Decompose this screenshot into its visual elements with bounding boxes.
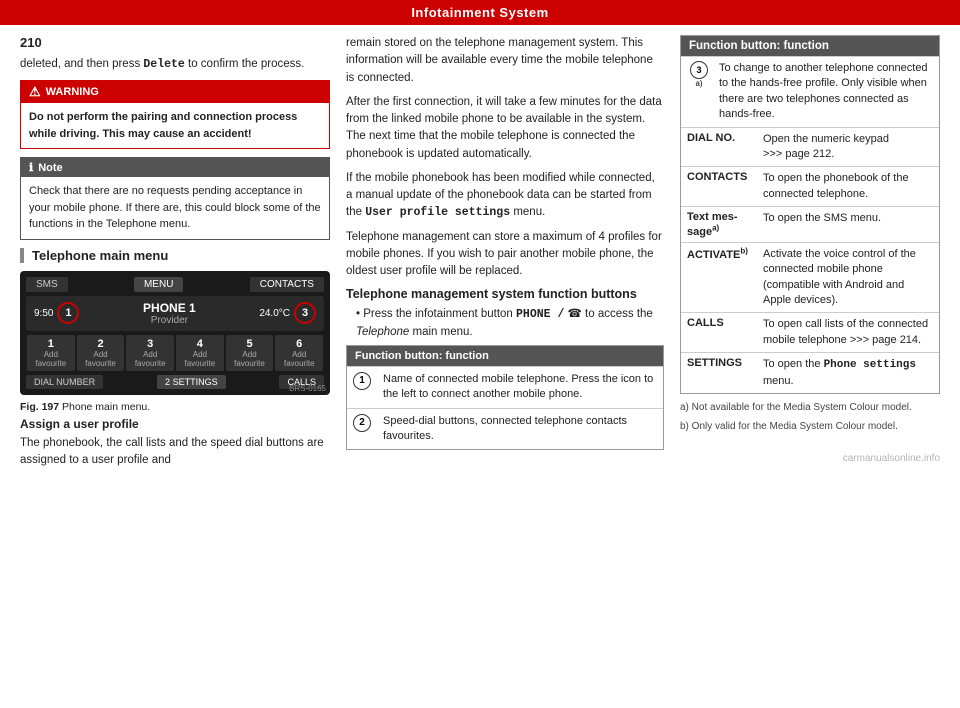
note-label: Note	[38, 162, 62, 174]
phone-btn-5[interactable]: 5Add favourite	[226, 335, 274, 371]
phone-btn-4[interactable]: 4Add favourite	[176, 335, 224, 371]
function-table-mid: Function button: function 1 Name of conn…	[346, 345, 664, 451]
right-label-dial: DIAL NO.	[687, 132, 755, 144]
right-table-header: Function button: function	[681, 36, 939, 56]
note-header: ℹ Note	[21, 158, 329, 177]
phone-bottom-bar: DIAL NUMBER 2 SETTINGS CALLS	[26, 375, 324, 389]
right-row-3-icon: 3 a)	[687, 61, 711, 88]
phone-circle-1[interactable]: 1	[57, 302, 79, 324]
phone-btn-2[interactable]: 2Add favourite	[77, 335, 125, 371]
warning-text: Do not perform the pairing and connectio…	[29, 111, 297, 140]
right-label-activate: ACTIVATEb)	[687, 247, 755, 262]
right-row-dial: DIAL NO. Open the numeric keypad >>> pag…	[681, 127, 939, 167]
function-num-1: 1	[347, 367, 377, 395]
phone-name: PHONE 1	[143, 301, 196, 315]
function-row-2: 2 Speed-dial buttons, connected telephon…	[347, 408, 663, 450]
function-desc-2: Speed-dial buttons, connected telephone …	[377, 409, 663, 450]
note-body: Check that there are no requests pending…	[21, 177, 329, 239]
mid-para4: Telephone management can store a maximum…	[346, 229, 664, 281]
mid-para3: If the mobile phonebook has been modifie…	[346, 170, 664, 222]
phone-bottom-s2[interactable]: 2 SETTINGS	[157, 375, 226, 389]
warning-triangle-icon: ⚠	[29, 84, 41, 100]
right-desc-settings: To open the Phone settings menu.	[763, 357, 933, 389]
phone-btn-6[interactable]: 6Add favourite	[275, 335, 323, 371]
intro-text: deleted, and then press Delete to confir…	[20, 56, 330, 73]
right-label-settings: SETTINGS	[687, 357, 755, 369]
warning-label: WARNING	[46, 86, 99, 98]
fig-caption: Fig. 197 Phone main menu.	[20, 401, 330, 413]
right-desc-contacts: To open the phonebook of the connected t…	[763, 171, 933, 202]
right-desc-dial: Open the numeric keypad >>> page 212.	[763, 132, 933, 163]
right-column: Function button: function 3 a) To change…	[680, 35, 940, 698]
footnote-b: b) Only valid for the Media System Colou…	[680, 419, 940, 434]
phone-info: PHONE 1 Provider	[143, 301, 196, 326]
right-desc-calls: To open call lists of the connected mobi…	[763, 317, 933, 348]
assign-title: Assign a user profile	[20, 417, 330, 431]
row3-sup: a)	[695, 79, 702, 88]
phone-top-bar: SMS MENU CONTACTS	[26, 277, 324, 292]
right-label-contacts: CONTACTS	[687, 171, 755, 183]
mid-para2: After the first connection, it will take…	[346, 94, 664, 163]
phone-ui: SMS MENU CONTACTS 9:50 1 PHONE	[20, 271, 330, 395]
note-box: ℹ Note Check that there are no requests …	[20, 157, 330, 240]
warning-header: ⚠ WARNING	[21, 81, 329, 103]
phone-buttons-row: 1Add favourite 2Add favourite 3Add favou…	[26, 335, 324, 371]
phone-btn-3[interactable]: 3Add favourite	[126, 335, 174, 371]
barcode: BRS-0165	[289, 384, 326, 393]
right-row-3: 3 a) To change to another telephone conn…	[681, 56, 939, 127]
content-area: 210 deleted, and then press Delete to co…	[0, 25, 960, 708]
warning-body: Do not perform the pairing and connectio…	[21, 103, 329, 148]
right-row-text: Text mes-sagea) To open the SMS menu.	[681, 206, 939, 242]
function-row-1: 1 Name of connected mobile telephone. Pr…	[347, 366, 663, 408]
right-desc-text: To open the SMS menu.	[763, 211, 933, 226]
note-info-icon: ℹ	[29, 161, 33, 174]
left-column: 210 deleted, and then press Delete to co…	[20, 35, 330, 698]
function-num-2: 2	[347, 409, 377, 437]
phone-ui-wrapper: SMS MENU CONTACTS 9:50 1 PHONE	[20, 271, 330, 395]
function-desc-1: Name of connected mobile telephone. Pres…	[377, 367, 663, 408]
telephone-main-menu-title: Telephone main menu	[20, 248, 330, 263]
right-label-calls: CALLS	[687, 317, 755, 329]
fig-label: Fig. 197	[20, 401, 59, 413]
phone-bottom-dial[interactable]: DIAL NUMBER	[26, 375, 103, 389]
right-row-activate: ACTIVATEb) Activate the voice control of…	[681, 242, 939, 313]
right-function-table: Function button: function 3 a) To change…	[680, 35, 940, 394]
right-row-contacts: CONTACTS To open the phonebook of the co…	[681, 166, 939, 206]
assign-text: The phonebook, the call lists and the sp…	[20, 435, 330, 470]
page-number: 210	[20, 35, 330, 50]
phone-tab-menu[interactable]: MENU	[134, 277, 183, 292]
phone-btn-1[interactable]: 1Add favourite	[27, 335, 75, 371]
top-bar: Infotainment System	[0, 0, 960, 25]
mid-bullet: Press the infotainment button PHONE / ☎ …	[356, 306, 664, 341]
watermark: carmanualsonline.info	[680, 450, 940, 464]
right-row-settings: SETTINGS To open the Phone settings menu…	[681, 352, 939, 393]
phone-center: 9:50 1 PHONE 1 Provider 24.0°C	[26, 296, 324, 331]
warning-box: ⚠ WARNING Do not perform the pairing and…	[20, 80, 330, 149]
phone-right-info: 24.0°C 3	[259, 302, 316, 324]
top-bar-title: Infotainment System	[411, 5, 548, 20]
phone-circle-3[interactable]: 3	[294, 302, 316, 324]
right-label-text: Text mes-sagea)	[687, 211, 755, 238]
mid-column: remain stored on the telephone managemen…	[346, 35, 664, 698]
phone-tab-sms[interactable]: SMS	[26, 277, 68, 292]
footnote-a: a) Not available for the Media System Co…	[680, 400, 940, 415]
phone-time: 9:50	[34, 308, 53, 319]
circle-1-icon: 1	[353, 372, 371, 390]
right-row-calls: CALLS To open call lists of the connecte…	[681, 312, 939, 352]
fig-text: Phone main menu.	[62, 401, 150, 413]
circle-3-icon: 3	[690, 61, 708, 79]
phone-provider: Provider	[143, 315, 196, 326]
phone-tab-contacts[interactable]: CONTACTS	[250, 277, 324, 292]
right-desc-activate: Activate the voice control of the connec…	[763, 247, 933, 309]
mid-section-title: Telephone management system function but…	[346, 287, 664, 301]
phone-temp: 24.0°C	[259, 308, 290, 319]
mid-para1: remain stored on the telephone managemen…	[346, 35, 664, 87]
function-table-mid-header: Function button: function	[347, 346, 663, 366]
page: Infotainment System 210 deleted, and the…	[0, 0, 960, 708]
right-row-3-desc: To change to another telephone connected…	[719, 61, 933, 123]
circle-2-icon: 2	[353, 414, 371, 432]
